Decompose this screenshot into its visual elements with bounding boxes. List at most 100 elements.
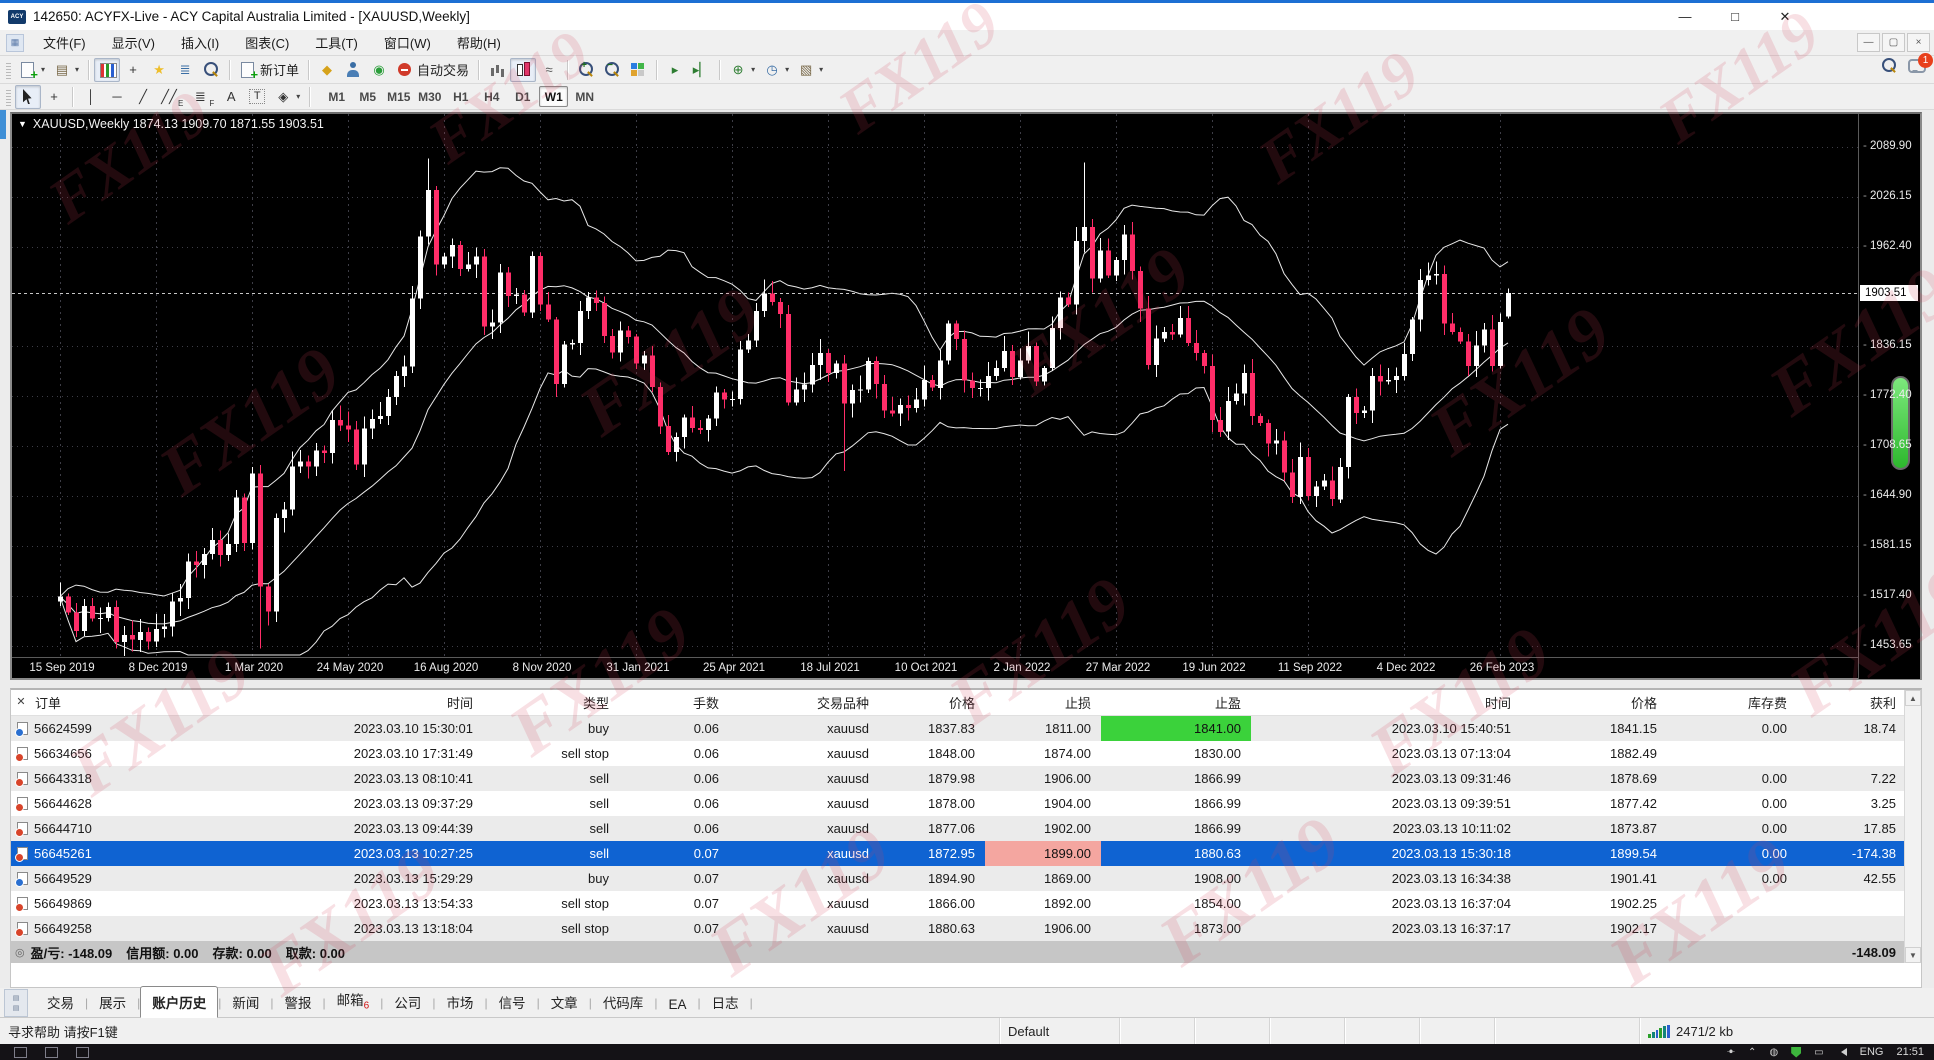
timeframe-d1[interactable]: D1 (508, 86, 537, 107)
zoom-in-button[interactable]: + (573, 58, 599, 82)
history-row[interactable]: 566446282023.03.13 09:37:29sell0.06xauus… (11, 791, 1906, 816)
dropdown-caret-icon[interactable]: ▾ (785, 65, 789, 74)
scroll-up-arrow[interactable]: ▲ (1905, 690, 1921, 706)
auto-scroll-button[interactable]: ▸ (662, 58, 688, 82)
tray-expand-icon[interactable]: ⌃ (1748, 1047, 1756, 1058)
menu-item[interactable]: 帮助(H) (444, 31, 514, 55)
history-row[interactable]: 566447102023.03.13 09:44:39sell0.06xauus… (11, 816, 1906, 841)
column-header-时间[interactable]: 时间 (1251, 693, 1521, 712)
history-row[interactable]: 566346562023.03.10 17:31:49sell stop0.06… (11, 741, 1906, 766)
child-restore-button[interactable]: ▢ (1882, 33, 1905, 52)
chat-icon[interactable]: 1 (1908, 59, 1926, 73)
dropdown-caret-icon[interactable]: ▾ (751, 65, 755, 74)
menu-item[interactable]: 插入(I) (168, 31, 232, 55)
minimize-button[interactable]: — (1660, 3, 1710, 30)
periods-menu-button[interactable]: ◷▾ (759, 58, 793, 82)
tab-EA[interactable]: EA (657, 992, 697, 1017)
tab-展示[interactable]: 展示 (88, 987, 137, 1017)
status-profile[interactable]: Default (1000, 1018, 1120, 1044)
market-watch-button[interactable]: ≣ (172, 58, 198, 82)
tab-代码库[interactable]: 代码库 (592, 987, 655, 1017)
history-scrollbar[interactable]: ▲ ▼ (1904, 690, 1921, 963)
column-header-止损[interactable]: 止损 (985, 693, 1101, 712)
candle-chart-mode-button[interactable] (510, 58, 536, 82)
column-header-订单[interactable]: 订单 (11, 693, 197, 712)
child-minimize-button[interactable]: — (1857, 33, 1880, 52)
tab-日志[interactable]: 日志 (701, 987, 750, 1017)
profiles-button[interactable]: ▤▾ (49, 58, 83, 82)
history-row[interactable]: 566495292023.03.13 15:29:29buy0.07xauusd… (11, 866, 1906, 891)
tab-账户历史[interactable]: 账户历史 (140, 986, 218, 1018)
menu-item[interactable]: 显示(V) (99, 31, 168, 55)
timeframe-mn[interactable]: MN (570, 86, 599, 107)
toolbar-grip[interactable] (6, 61, 11, 79)
people-icon[interactable]: ꔹ (1727, 1047, 1735, 1058)
taskbar-app-icon[interactable] (45, 1047, 58, 1058)
chevron-down-icon[interactable]: ▼ (18, 119, 27, 129)
column-header-类型[interactable]: 类型 (483, 693, 619, 712)
data-window-button[interactable] (198, 58, 224, 82)
favorites-button[interactable]: ★ (146, 58, 172, 82)
clock[interactable]: 21:51 (1896, 1046, 1924, 1058)
language-indicator[interactable]: ENG (1860, 1046, 1884, 1058)
tab-公司[interactable]: 公司 (383, 987, 432, 1017)
new-chart-button[interactable]: ▾ (15, 58, 49, 82)
column-header-止盈[interactable]: 止盈 (1101, 693, 1251, 712)
tab-交易[interactable]: 交易 (36, 987, 85, 1017)
taskbar-app-icon[interactable] (14, 1047, 27, 1058)
maximize-button[interactable]: □ (1710, 3, 1760, 30)
timeframe-w1[interactable]: W1 (539, 86, 568, 107)
timeframe-h4[interactable]: H4 (477, 86, 506, 107)
horizontal-line-button[interactable]: ─ (104, 85, 130, 109)
shield-icon[interactable] (1791, 1047, 1801, 1058)
column-header-时间[interactable]: 时间 (197, 693, 483, 712)
menu-item[interactable]: 文件(F) (30, 31, 99, 55)
trendline-button[interactable]: ╱ (130, 85, 156, 109)
timeframe-m5[interactable]: M5 (353, 86, 382, 107)
dropdown-caret-icon[interactable]: ▾ (75, 65, 79, 74)
timeframe-m1[interactable]: M1 (322, 86, 351, 107)
zoom-out-button[interactable]: − (599, 58, 625, 82)
column-header-交易品种[interactable]: 交易品种 (729, 693, 879, 712)
dock-grip[interactable]: ▤▤ (4, 989, 28, 1017)
child-close-button[interactable]: × (1907, 33, 1930, 52)
close-button[interactable]: ✕ (1760, 3, 1810, 30)
cursor-button[interactable] (15, 85, 41, 109)
expert-advisors-button[interactable] (340, 58, 366, 82)
history-row[interactable]: 566245992023.03.10 15:30:01buy0.06xauusd… (11, 716, 1906, 741)
column-header-库存费[interactable]: 库存费 (1667, 693, 1797, 712)
signals-button[interactable]: ◉ (366, 58, 392, 82)
dropdown-caret-icon[interactable]: ▾ (41, 65, 45, 74)
equidistant-channel-button[interactable]: ╱╱E (156, 85, 187, 109)
tile-windows-button[interactable] (625, 58, 651, 82)
candlestick-chart[interactable] (12, 114, 1858, 657)
history-row[interactable]: 566433182023.03.13 08:10:41sell0.06xauus… (11, 766, 1906, 791)
text-tool-button[interactable]: A (218, 85, 244, 109)
history-row[interactable]: 566452612023.03.13 10:27:25sell0.07xauus… (11, 841, 1906, 866)
tab-警报[interactable]: 警报 (274, 987, 323, 1017)
timeframe-m30[interactable]: M30 (415, 86, 444, 107)
tab-信号[interactable]: 信号 (488, 987, 537, 1017)
templates-menu-button[interactable]: ▧▾ (793, 58, 827, 82)
column-header-手数[interactable]: 手数 (619, 693, 729, 712)
fibonacci-button[interactable]: ≣F (187, 85, 218, 109)
toolbar-grip[interactable] (6, 88, 11, 106)
column-header-价格[interactable]: 价格 (1521, 693, 1667, 712)
monitor-icon[interactable]: ▭ (1814, 1047, 1823, 1058)
dropdown-caret-icon[interactable]: ▾ (819, 65, 823, 74)
indicators-menu-button[interactable]: ⊕▾ (725, 58, 759, 82)
column-header-获利[interactable]: 获利 (1797, 693, 1906, 712)
indicator-list-button[interactable]: ◆ (314, 58, 340, 82)
new-order-button[interactable]: 新订单 (235, 58, 303, 82)
tab-文章[interactable]: 文章 (540, 987, 589, 1017)
chart-shift-button[interactable]: ▸▏ (688, 58, 714, 82)
chart-colors-button[interactable] (94, 58, 120, 82)
tab-市场[interactable]: 市场 (435, 987, 484, 1017)
text-label-button[interactable]: T (244, 85, 270, 109)
speaker-icon[interactable] (1837, 1048, 1847, 1056)
arrows-tool-button[interactable]: ◈▾ (270, 85, 304, 109)
menu-item[interactable]: 工具(T) (302, 31, 371, 55)
crosshair-tool-button[interactable]: + (41, 85, 67, 109)
history-row[interactable]: 566492582023.03.13 13:18:04sell stop0.07… (11, 916, 1906, 941)
auto-trading-button[interactable]: 自动交易 (392, 58, 473, 82)
